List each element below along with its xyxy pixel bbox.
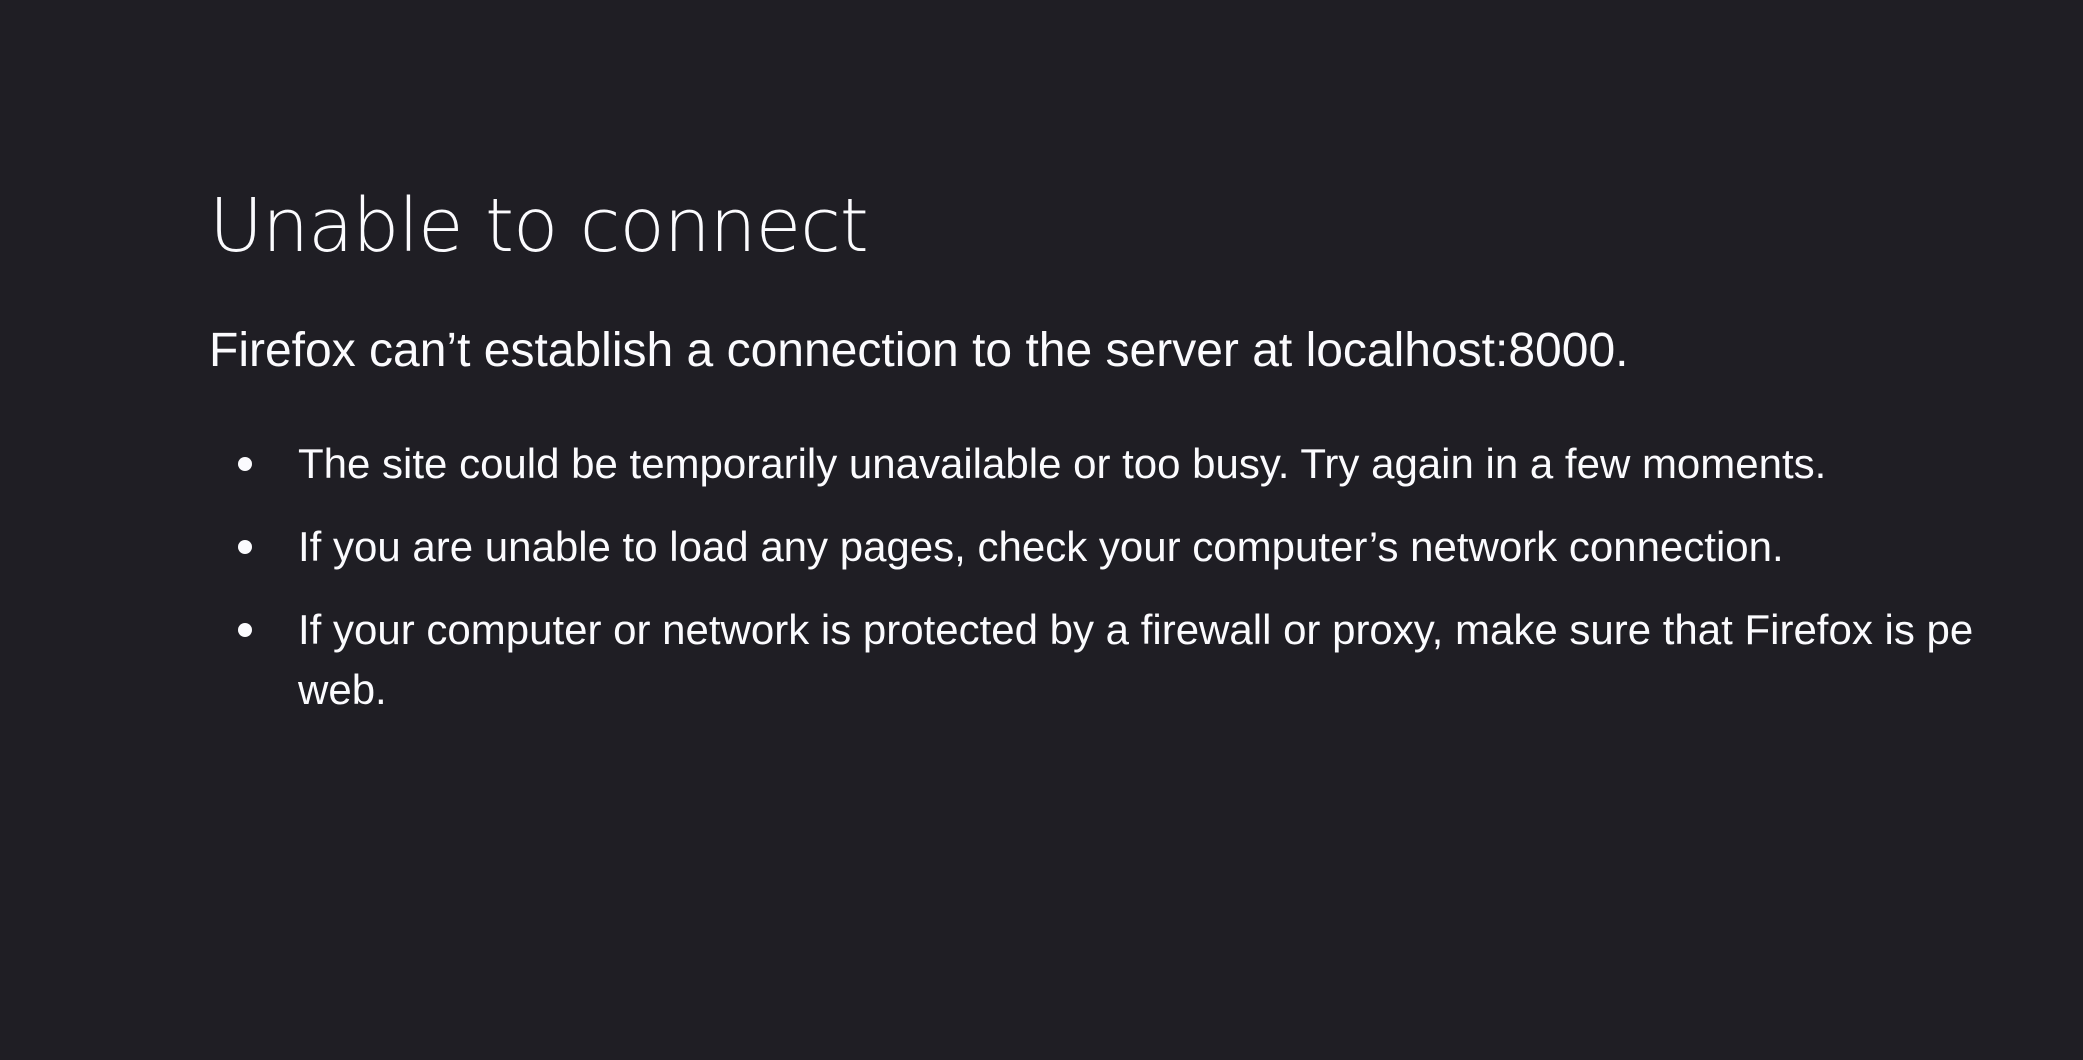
page-title: Unable to connect <box>209 183 869 269</box>
bullet-icon <box>238 457 252 471</box>
error-page: Unable to connect Firefox can’t establis… <box>0 0 2083 1060</box>
advice-text: If you are unable to load any pages, che… <box>298 523 1784 570</box>
bullet-icon <box>238 623 252 637</box>
error-short-description: Firefox can’t establish a connection to … <box>209 324 1629 377</box>
error-container: Unable to connect Firefox can’t establis… <box>209 176 2083 743</box>
advice-text: If your computer or network is protected… <box>298 606 1974 653</box>
advice-text: The site could be temporarily unavailabl… <box>298 440 1827 487</box>
advice-item: If you are unable to load any pages, che… <box>238 517 2083 577</box>
advice-item: If your computer or network is protected… <box>238 600 2083 720</box>
advice-text-continued: web. <box>298 666 387 713</box>
advice-item: The site could be temporarily unavailabl… <box>238 434 2083 494</box>
advice-list: The site could be temporarily unavailabl… <box>209 434 2083 720</box>
bullet-icon <box>238 540 252 554</box>
